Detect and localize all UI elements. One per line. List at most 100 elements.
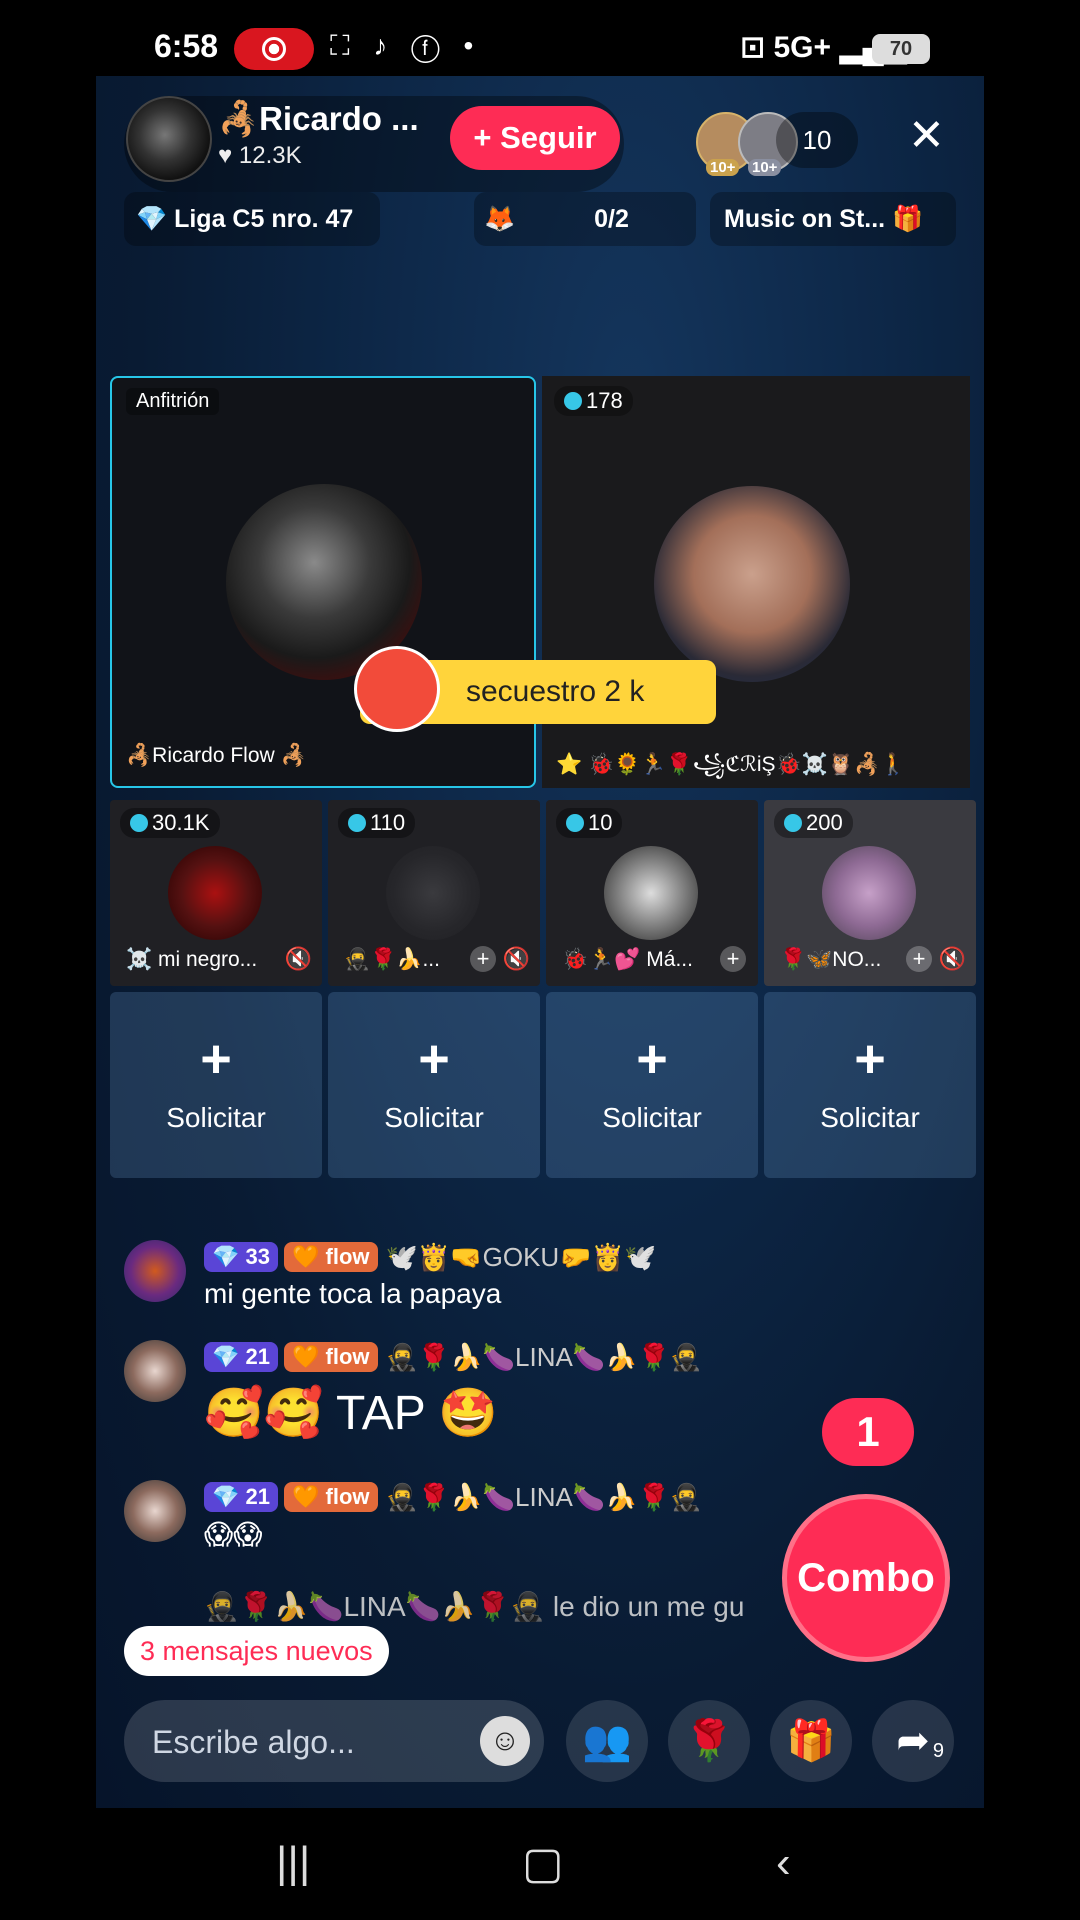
viewer-level-badge: 10+ (706, 159, 740, 176)
chat-avatar[interactable] (124, 1240, 186, 1302)
chat-stickers: 🥰🥰 TAP 🤩 (204, 1387, 499, 1440)
seat-score: 30.1K (120, 808, 220, 838)
seat-name: 🌹🦋NO... (780, 948, 882, 971)
seat-avatar (168, 846, 262, 940)
live-screen: 🦂Ricardo ... ♥ 12.3K + Seguir 10+ 10+ 10… (96, 76, 984, 1808)
level-badge: 💎 33 (204, 1242, 278, 1273)
request-label: Solicitar (166, 1102, 266, 1133)
sticker-overlay: secuestro 2 k (354, 646, 716, 732)
follow-button[interactable]: + Seguir (450, 106, 620, 170)
fan-badge: 🧡 flow (284, 1242, 378, 1273)
mic-muted-icon: 🔇 (938, 946, 966, 971)
seat-name: 🥷🌹🍌... (344, 948, 440, 971)
request-seat-button[interactable]: + Solicitar (764, 992, 976, 1178)
gift-icon[interactable]: 🎁 (770, 1700, 852, 1782)
seat-avatar (386, 846, 480, 940)
emoji-icon[interactable]: ☺ (480, 1716, 530, 1766)
guest-seat-tile[interactable]: 200 🌹🦋NO... + 🔇 (764, 800, 976, 986)
host-video-tile[interactable]: Anfitrión 🦂Ricardo Flow 🦂 (110, 376, 536, 788)
host-tile-name: 🦂Ricardo Flow 🦂 (126, 744, 307, 767)
comment-input[interactable] (150, 1700, 474, 1784)
share-count: 9 (932, 1740, 944, 1762)
mic-muted-icon: 🔇 (502, 946, 530, 971)
plus-icon: + (636, 1029, 668, 1089)
viewer-level-badge: 10+ (748, 159, 782, 176)
mic-muted-icon: 🔇 (284, 946, 312, 971)
add-icon[interactable]: + (720, 946, 746, 972)
chat-username[interactable]: 🕊️👸🤜GOKU🤛👸🕊️ (386, 1242, 657, 1272)
level-badge: 💎 21 (204, 1482, 278, 1513)
fan-badge: 🧡 flow (284, 1342, 378, 1373)
host-avatar[interactable] (126, 96, 212, 182)
music-icon: 🎁 (892, 205, 924, 233)
request-seat-button[interactable]: + Solicitar (546, 992, 758, 1178)
plus-icon: + (418, 1029, 450, 1089)
host-name[interactable]: 🦂Ricardo ... (218, 100, 419, 139)
request-seat-button[interactable]: + Solicitar (110, 992, 322, 1178)
seat-score: 10 (556, 808, 623, 838)
chat-meta: 💎 33 🧡 flow 🕊️👸🤜GOKU🤛👸🕊️ (204, 1240, 656, 1273)
league-label: Liga C5 nro. 47 (174, 205, 354, 233)
request-label: Solicitar (602, 1102, 702, 1133)
diamond-icon (566, 814, 584, 832)
diamond-icon (564, 392, 582, 410)
request-label: Solicitar (820, 1102, 920, 1133)
guest-seat-tile[interactable]: 10 🐞🏃💕 Má... + (546, 800, 758, 986)
chat-text: mi gente toca la papaya (204, 1278, 502, 1309)
host-likes: ♥ 12.3K (218, 142, 302, 169)
fox-icon: 🦊 (484, 205, 516, 233)
android-nav-bar: ||| ▢ ‹ (0, 1808, 1080, 1920)
seat-score: 110 (338, 808, 416, 838)
battery-indicator: 70 (872, 34, 930, 64)
chat-avatar[interactable] (124, 1340, 186, 1402)
host-label: Anfitrión (126, 388, 220, 415)
combo-button[interactable]: Combo (782, 1494, 950, 1662)
new-messages-button[interactable]: 3 mensajes nuevos (124, 1626, 389, 1676)
guest-name: ⭐ 🐞🌻🏃🌹꧁ℭℛiŞ🐞☠️🦉🦂🚶 (556, 753, 907, 776)
goal-progress: 0/2 (594, 205, 629, 233)
status-time: 6:58 (154, 28, 219, 64)
chat-username[interactable]: 🥷🌹🍌🍆LINA🍆🍌🌹🥷 (386, 1342, 703, 1372)
rose-gift-icon[interactable]: 🌹 (668, 1700, 750, 1782)
fan-badge: 🧡 flow (284, 1482, 378, 1513)
plus-icon: + (200, 1029, 232, 1089)
chat-text: 🥷🌹🍌🍆LINA🍆🍌🌹🥷 le dio un me gu (204, 1591, 745, 1622)
comment-bar[interactable]: ☺ (124, 1700, 544, 1784)
diamond-icon (348, 814, 366, 832)
chat-meta: 💎 21 🧡 flow 🥷🌹🍌🍆LINA🍆🍌🌹🥷 (204, 1480, 702, 1513)
diamond-icon (130, 814, 148, 832)
music-chip[interactable]: Music on St... 🎁 (710, 192, 956, 246)
home-icon[interactable]: ▢ (522, 1838, 564, 1889)
multi-guest-icon[interactable]: 👥 (566, 1700, 648, 1782)
chat-avatar[interactable] (124, 1480, 186, 1542)
viewer-count[interactable]: 10 (776, 112, 858, 168)
request-seat-button[interactable]: + Solicitar (328, 992, 540, 1178)
guest-video-tile[interactable]: 178 ⭐ 🐞🌻🏃🌹꧁ℭℛiŞ🐞☠️🦉🦂🚶 (542, 376, 970, 788)
guest-seat-tile[interactable]: 110 🥷🌹🍌... + 🔇 (328, 800, 540, 986)
request-label: Solicitar (384, 1102, 484, 1133)
share-icon[interactable]: ➦ 9 (872, 1700, 954, 1782)
diamond-icon (784, 814, 802, 832)
seat-avatar (822, 846, 916, 940)
seat-name: 🐞🏃💕 Má... (562, 948, 693, 971)
network-label: 5G+ (773, 31, 832, 64)
cast-icon: ⊡ (740, 31, 766, 64)
goal-chip[interactable]: 🦊 0/2 (474, 192, 696, 246)
combo-count: 1 (822, 1398, 914, 1466)
close-icon[interactable]: ✕ (908, 110, 945, 161)
screen-record-icon (234, 28, 314, 70)
add-icon[interactable]: + (470, 946, 496, 972)
mascot-icon (354, 646, 440, 732)
seat-score: 200 (774, 808, 853, 838)
guest-score: 178 (554, 386, 633, 416)
chat-username[interactable]: 🥷🌹🍌🍆LINA🍆🍌🌹🥷 (386, 1482, 703, 1512)
guest-seat-tile[interactable]: 30.1K ☠️ mi negro... 🔇 (110, 800, 322, 986)
back-icon[interactable]: ‹ (776, 1838, 791, 1888)
notification-icons: ⛶ ♪ ⓕ • (330, 30, 482, 61)
sticker-text: secuestro 2 k (466, 675, 645, 708)
add-icon[interactable]: + (906, 946, 932, 972)
league-chip[interactable]: 💎 Liga C5 nro. 47 (124, 192, 380, 246)
guest-avatar (654, 486, 850, 682)
recents-icon[interactable]: ||| (276, 1838, 310, 1888)
seat-name: ☠️ mi negro... (126, 948, 258, 971)
